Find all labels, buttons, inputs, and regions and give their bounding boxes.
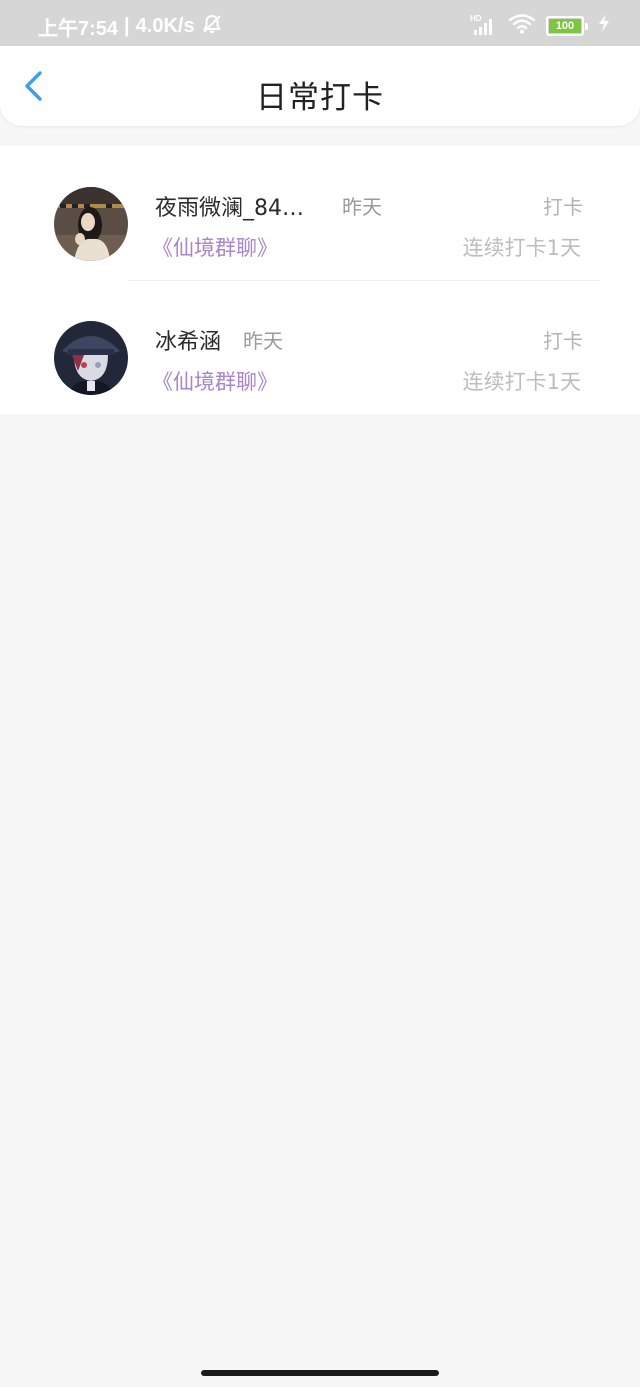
group-link[interactable]: 《仙境群聊》 [152, 366, 278, 396]
network-speed: 4.0K/s [135, 15, 195, 37]
battery-tip [585, 22, 588, 30]
wifi-icon [508, 12, 536, 40]
avatar[interactable] [54, 321, 128, 395]
streak-text: 连续打卡1天 [462, 236, 581, 260]
user-name: 夜雨微澜_84… [155, 196, 304, 221]
top-navigation-bar: 日常打卡 [0, 46, 640, 126]
status-bar: 上午7:54 | 4.0K/s HD 100 [0, 0, 640, 46]
battery-icon: 100 [546, 16, 588, 36]
avatar[interactable] [54, 187, 128, 261]
battery-body: 100 [546, 16, 584, 36]
checkin-row[interactable]: 夜雨微澜_84… 昨天 打卡 《仙境群聊》 连续打卡1天 [0, 146, 640, 280]
status-left: 上午7:54 | 4.0K/s [38, 12, 223, 41]
charging-icon [598, 13, 610, 39]
battery-level: 100 [555, 20, 575, 32]
page-title: 日常打卡 [256, 80, 384, 116]
checkin-time: 昨天 [342, 195, 382, 219]
user-name: 冰希涵 [155, 330, 222, 355]
checkin-row[interactable]: 冰希涵 昨天 打卡 《仙境群聊》 连续打卡1天 [0, 280, 640, 414]
home-indicator[interactable] [201, 1370, 439, 1376]
status-separator: | [124, 15, 130, 37]
status-right: HD 100 [470, 12, 610, 40]
group-link[interactable]: 《仙境群聊》 [152, 232, 278, 262]
checkin-action: 打卡 [543, 329, 583, 353]
signal-icon: HD [470, 15, 498, 37]
streak-text: 连续打卡1天 [462, 370, 581, 394]
status-time: 上午7:54 [38, 18, 119, 40]
checkin-time: 昨天 [243, 329, 283, 353]
bell-off-icon [201, 13, 223, 41]
checkin-list: 夜雨微澜_84… 昨天 打卡 《仙境群聊》 连续打卡1天 冰希涵 昨天 打卡 《… [0, 146, 640, 414]
checkin-action: 打卡 [543, 195, 583, 219]
